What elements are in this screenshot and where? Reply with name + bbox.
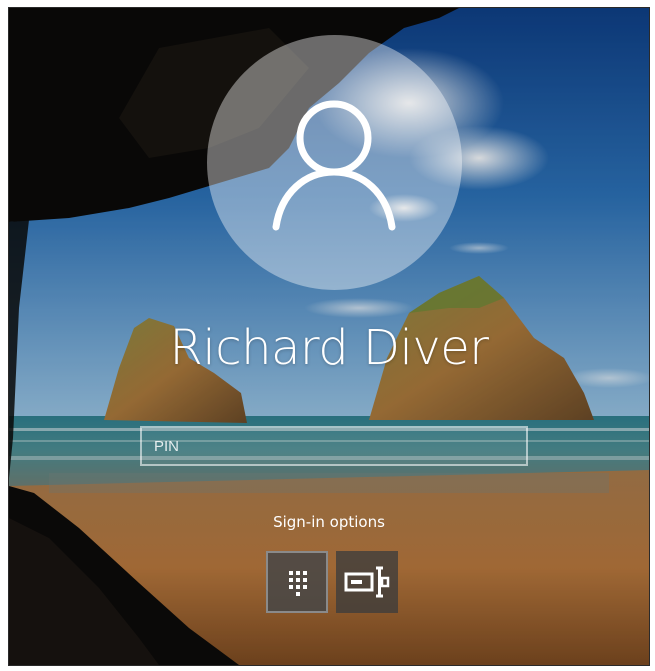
- pin-signin-option-button[interactable]: [266, 551, 328, 613]
- person-icon: [272, 100, 396, 231]
- keypad-icon: [289, 571, 307, 596]
- user-name: Richard Diver: [169, 320, 490, 376]
- password-signin-option-button[interactable]: [336, 551, 398, 613]
- lock-screen: Richard Diver Sign-in options: [8, 7, 650, 666]
- password-key-icon: [344, 566, 390, 598]
- pin-input[interactable]: [140, 426, 528, 466]
- sign-in-options-link[interactable]: Sign-in options: [9, 513, 649, 531]
- user-avatar: [207, 35, 462, 290]
